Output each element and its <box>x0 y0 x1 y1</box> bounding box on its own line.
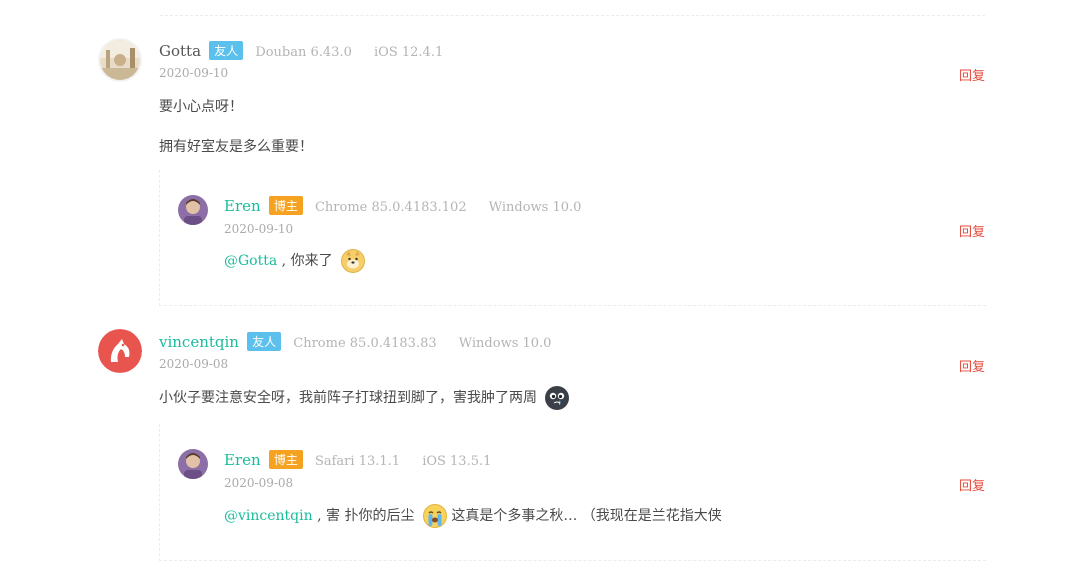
author-name[interactable]: vincentqin <box>159 333 239 351</box>
divider <box>160 15 985 16</box>
avatar-person-icon <box>178 449 208 479</box>
reply-date: 2020-09-08 <box>224 476 294 490</box>
comment-meta: Gotta 友人 Douban 6.43.0 iOS 12.4.1 <box>159 41 461 60</box>
avatar[interactable] <box>178 449 208 479</box>
author-name[interactable]: Eren <box>224 197 261 215</box>
author-badge: 博主 <box>268 196 303 215</box>
comment-meta: vincentqin 友人 Chrome 85.0.4183.83 Window… <box>159 332 569 351</box>
reply-text: @vincentqin , 害 扑你的后尘 这真是个多事之秋… （我现在是兰花指… <box>224 504 722 528</box>
os-info: iOS 13.5.1 <box>422 454 492 469</box>
mention-link[interactable]: @vincentqin <box>224 508 313 524</box>
comment-date: 2020-09-10 <box>159 66 229 80</box>
reply-button[interactable]: 回复 <box>959 65 985 84</box>
crying-face-emoji-icon <box>545 386 570 410</box>
horse-logo-icon <box>98 329 142 373</box>
reply-text: @Gotta , 你来了 <box>224 249 366 273</box>
avatar[interactable] <box>178 195 208 225</box>
reply-thread <box>159 170 986 306</box>
avatar[interactable] <box>98 38 142 82</box>
reply-meta: Eren 博主 Chrome 85.0.4183.102 Windows 10.… <box>224 196 599 215</box>
comment-text: 拥有好室友是多么重要！ <box>159 139 313 155</box>
reply-meta: Eren 博主 Safari 13.1.1 iOS 13.5.1 <box>224 450 509 469</box>
comment-text: 要小心点呀！ <box>159 99 243 115</box>
comment-text: 小伙子要注意安全呀，我前阵子打球扭到脚了，害我肿了两周 <box>159 386 570 410</box>
avatar-person-icon <box>178 195 208 225</box>
browser-info: Safari 13.1.1 <box>314 454 401 469</box>
sobbing-emoji-icon <box>422 504 447 528</box>
author-name[interactable]: Gotta <box>159 42 201 60</box>
comment-text-body: 小伙子要注意安全呀，我前阵子打球扭到脚了，害我肿了两周 <box>159 390 537 406</box>
browser-info: Douban 6.43.0 <box>255 45 352 60</box>
browser-info: Chrome 85.0.4183.83 <box>293 336 437 351</box>
avatar[interactable] <box>98 329 142 373</box>
os-info: Windows 10.0 <box>458 336 552 351</box>
mention-link[interactable]: @Gotta <box>224 253 277 269</box>
reply-button[interactable]: 回复 <box>959 356 985 375</box>
friend-badge: 友人 <box>247 332 282 351</box>
reply-thread <box>159 424 986 561</box>
avatar-photo-icon <box>100 40 140 80</box>
friend-badge: 友人 <box>209 41 244 60</box>
browser-info: Chrome 85.0.4183.102 <box>314 200 467 215</box>
os-info: Windows 10.0 <box>488 200 582 215</box>
doge-emoji-icon <box>341 249 366 273</box>
reply-text-tail: 这真是个多事之秋… （我现在是兰花指大侠 <box>451 508 722 524</box>
reply-text-body: , 你来了 <box>277 253 333 269</box>
reply-date: 2020-09-10 <box>224 222 294 236</box>
comment-date: 2020-09-08 <box>159 357 229 371</box>
reply-button[interactable]: 回复 <box>959 475 985 494</box>
os-info: iOS 12.4.1 <box>374 45 444 60</box>
reply-button[interactable]: 回复 <box>959 221 985 240</box>
author-badge: 博主 <box>268 450 303 469</box>
author-name[interactable]: Eren <box>224 451 261 469</box>
reply-text-body: , 害 扑你的后尘 <box>312 508 415 524</box>
